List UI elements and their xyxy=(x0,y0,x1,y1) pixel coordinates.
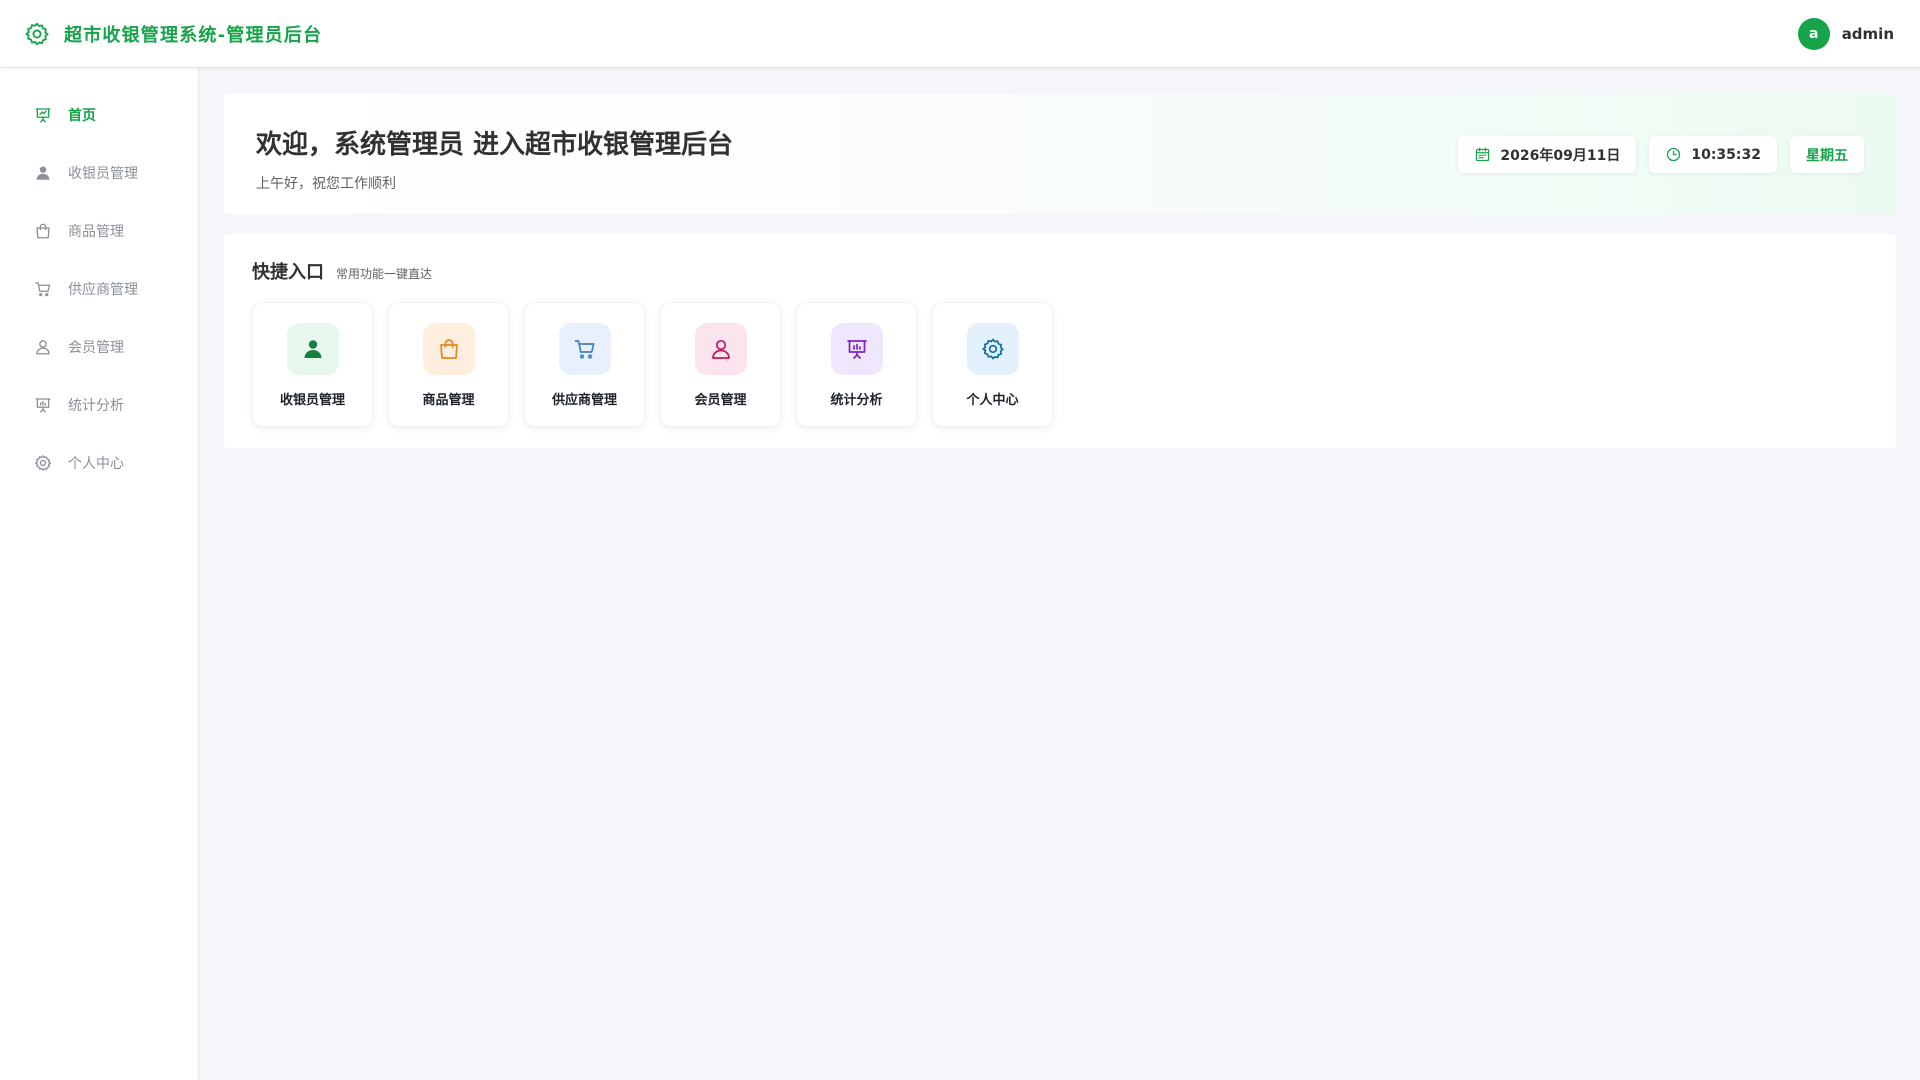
sidebar-item-statistics[interactable]: 统计分析 xyxy=(0,376,198,434)
quick-card-label: 会员管理 xyxy=(694,393,747,408)
clock-icon xyxy=(1665,146,1682,163)
cart-icon xyxy=(558,323,611,375)
sidebar-item-home[interactable]: 首页 xyxy=(0,86,198,144)
quick-card-cashiers[interactable]: 收银员管理 xyxy=(252,302,373,427)
gear-icon xyxy=(966,323,1019,375)
quick-access-panel: 快捷入口 常用功能一键直达 收银员管理 商品管理 供应商管理 会员管理 统计分析… xyxy=(224,234,1896,448)
date-badge: 2026年09月11日 xyxy=(1458,136,1637,173)
time-text: 10:35:32 xyxy=(1691,146,1761,163)
sidebar-item-label: 首页 xyxy=(68,108,96,124)
user-filled-icon xyxy=(286,323,339,375)
sidebar-item-products[interactable]: 商品管理 xyxy=(0,202,198,260)
date-text: 2026年09月11日 xyxy=(1500,147,1621,164)
avatar[interactable]: a xyxy=(1797,17,1830,50)
welcome-subtitle: 上午好，祝您工作顺利 xyxy=(256,176,396,192)
sidebar: 首页 收银员管理 商品管理 供应商管理 会员管理 统计分析 个人中心 xyxy=(0,68,199,1080)
weekday-badge: 星期五 xyxy=(1790,136,1864,173)
quick-card-profile[interactable]: 个人中心 xyxy=(932,302,1053,427)
shopping-bag-icon xyxy=(422,323,475,375)
calendar-icon xyxy=(1474,146,1491,163)
sidebar-item-label: 供应商管理 xyxy=(68,282,138,298)
quick-access-title: 快捷入口 xyxy=(252,262,324,283)
quick-card-label: 供应商管理 xyxy=(551,393,617,408)
sidebar-item-suppliers[interactable]: 供应商管理 xyxy=(0,260,198,318)
welcome-banner: 欢迎，系统管理员 进入超市收银管理后台 上午好，祝您工作顺利 2026年09月1… xyxy=(224,94,1896,214)
sidebar-item-label: 统计分析 xyxy=(68,398,124,414)
sidebar-item-label: 会员管理 xyxy=(68,340,124,356)
gear-icon xyxy=(34,454,52,472)
presentation-chart-icon xyxy=(34,106,52,124)
user-filled-icon xyxy=(34,164,52,182)
user-outline-icon xyxy=(694,323,747,375)
user-menu[interactable]: a admin xyxy=(1797,17,1894,50)
sidebar-item-label: 个人中心 xyxy=(68,456,124,472)
quick-access-subtitle: 常用功能一键直达 xyxy=(336,267,433,281)
time-badge: 10:35:32 xyxy=(1649,136,1777,173)
quick-card-label: 商品管理 xyxy=(422,393,475,408)
sidebar-item-label: 商品管理 xyxy=(68,224,124,240)
sidebar-item-label: 收银员管理 xyxy=(68,166,138,182)
presentation-chart-icon xyxy=(830,323,883,375)
quick-access-cards: 收银员管理 商品管理 供应商管理 会员管理 统计分析 个人中心 xyxy=(252,302,1868,427)
quick-card-label: 个人中心 xyxy=(966,393,1019,408)
quick-card-label: 收银员管理 xyxy=(279,393,345,408)
presentation-chart-icon xyxy=(34,396,52,414)
sidebar-item-members[interactable]: 会员管理 xyxy=(0,318,198,376)
sidebar-item-cashiers[interactable]: 收银员管理 xyxy=(0,144,198,202)
datetime-group: 2026年09月11日 10:35:32 星期五 xyxy=(1458,136,1864,173)
top-header: 超市收银管理系统-管理员后台 a admin xyxy=(0,0,1920,68)
sidebar-item-profile[interactable]: 个人中心 xyxy=(0,434,198,492)
brand: 超市收银管理系统-管理员后台 xyxy=(24,21,322,47)
weekday-text: 星期五 xyxy=(1806,147,1848,164)
shopping-bag-icon xyxy=(34,222,52,240)
quick-access-header: 快捷入口 常用功能一键直达 xyxy=(252,258,1868,284)
quick-card-suppliers[interactable]: 供应商管理 xyxy=(524,302,645,427)
quick-card-products[interactable]: 商品管理 xyxy=(388,302,509,427)
quick-card-statistics[interactable]: 统计分析 xyxy=(796,302,917,427)
gear-icon xyxy=(24,21,50,47)
app-title: 超市收银管理系统-管理员后台 xyxy=(64,24,323,46)
user-outline-icon xyxy=(34,338,52,356)
quick-card-label: 统计分析 xyxy=(830,393,883,408)
quick-card-members[interactable]: 会员管理 xyxy=(660,302,781,427)
username[interactable]: admin xyxy=(1842,25,1894,43)
cart-icon xyxy=(34,280,52,298)
